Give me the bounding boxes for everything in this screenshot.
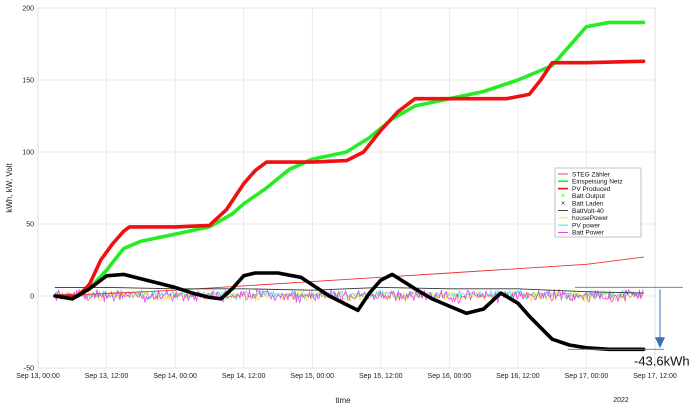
x-tick-label: Sep 13, 00:00 <box>16 373 60 380</box>
y-tick-label: 150 <box>22 78 34 85</box>
y-tick-label: -50 <box>24 366 34 373</box>
legend-label: BattVolt-40 <box>572 208 604 215</box>
annotation-arrow-head <box>655 337 665 349</box>
x-tick-label: Sep 15, 12:00 <box>359 373 403 380</box>
legend-label: Batt Power <box>572 230 605 237</box>
legend: STEG ZählerEinspeisung NetzPV Produced × B… <box>554 167 642 238</box>
legend-label: Batt Laden <box>572 201 604 208</box>
annotation-label: -43.6kWh <box>634 353 690 368</box>
x-tick-label: Sep 15, 00:00 <box>290 373 334 380</box>
y-tick-label: 50 <box>26 222 34 229</box>
x-axis-label: time <box>335 396 351 405</box>
legend-label: PV power <box>572 222 601 229</box>
legend-marker: × <box>561 201 565 208</box>
y-tick-label: 100 <box>22 150 34 157</box>
year-label: 2022 <box>613 397 629 404</box>
y-tick-label: 0 <box>30 294 34 301</box>
x-tick-label: Sep 17, 12:00 <box>633 373 677 380</box>
y-axis-label: kWh, kW, Volt <box>5 163 14 213</box>
legend-label: Batt Output <box>572 193 605 200</box>
x-tick-label: Sep 16, 12:00 <box>496 373 540 380</box>
legend-label: Einspeisung Netz <box>572 179 623 186</box>
chart: -50 0 50 100 150 200 Sep 13, 00:00 Sep 13, 12:0… <box>5 6 690 406</box>
x-tick-label: Sep 17, 00:00 <box>565 373 609 380</box>
y-tick-label: 200 <box>22 6 34 13</box>
legend-label: STEG Zähler <box>572 171 611 178</box>
x-tick-label: Sep 14, 12:00 <box>222 373 266 380</box>
x-tick-label: Sep 13, 12:00 <box>85 373 129 380</box>
x-tick-label: Sep 14, 00:00 <box>153 373 197 380</box>
legend-label: PV Produced <box>572 186 611 193</box>
legend-label: housePower <box>572 215 609 222</box>
legend-marker: × <box>561 193 565 200</box>
x-tick-label: Sep 16, 00:00 <box>428 373 472 380</box>
